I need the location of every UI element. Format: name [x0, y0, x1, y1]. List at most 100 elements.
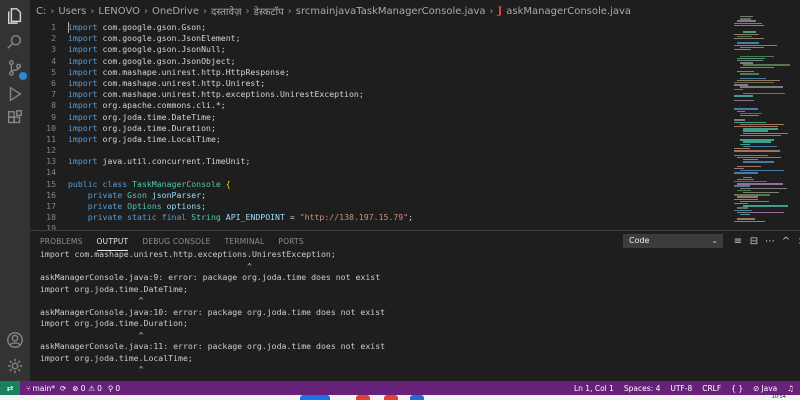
code-text: import com.google.gson.Gson; [68, 22, 206, 33]
line-number: 11 [46, 133, 56, 144]
line-number: 3 [51, 44, 56, 55]
code-token: ; [201, 201, 207, 211]
code-line[interactable]: 11 import org.joda.time.LocalTime; [30, 134, 730, 145]
code-line[interactable]: 1 import com.google.gson.Gson; [30, 22, 730, 33]
line-number: 19 [46, 223, 56, 230]
breadcrumb-item[interactable]: Users [58, 6, 86, 17]
minimap-line [743, 93, 785, 95]
branch-indicator[interactable]: ⑂ main* ⟳ [26, 384, 66, 393]
code-line[interactable]: 13 import java.util.concurrent.TimeUnit; [30, 156, 730, 167]
minimap-line [737, 156, 782, 159]
minimap-line [734, 95, 754, 97]
line-number: 7 [51, 89, 56, 100]
minimap-line [734, 154, 769, 156]
minimap-line [743, 128, 779, 130]
minimap[interactable] [730, 12, 800, 230]
language-indicator[interactable]: ⊘ Java [753, 384, 777, 393]
code-line[interactable]: 8 import org.apache.commons.cli.*; [30, 100, 730, 111]
breadcrumb-file[interactable]: askManagerConsole.java [506, 6, 631, 17]
code-editor[interactable]: 1 import com.google.gson.Gson; 2 import com… [30, 22, 730, 230]
code-token: = [284, 212, 300, 223]
code-line[interactable]: 16 private Gson jsonParser; [30, 190, 730, 201]
account-icon[interactable] [5, 330, 25, 350]
code-token: import [68, 100, 98, 111]
breadcrumb-item[interactable]: C: [36, 6, 46, 17]
code-line[interactable]: 15 public class TaskManagerConsole { [30, 179, 730, 190]
code-line[interactable]: 5 import com.mashape.unirest.http.HttpRes… [30, 67, 730, 78]
minimap-line [734, 203, 748, 205]
code-line[interactable]: 14 [30, 167, 730, 178]
minimap-line [740, 62, 754, 64]
line-endings[interactable]: CRLF [702, 384, 721, 393]
cursor-position[interactable]: Ln 1, Col 1 [574, 384, 614, 393]
line-number: 1 [51, 22, 56, 32]
minimap-line [734, 44, 778, 46]
code-token: Options [127, 201, 162, 211]
error-count: 0 [80, 383, 86, 393]
more-actions-icon[interactable]: ⋯ [762, 236, 778, 247]
encoding[interactable]: UTF-8 [670, 384, 692, 393]
minimap-line [734, 198, 758, 200]
code-line[interactable]: 3 import com.google.gson.JsonNull; [30, 44, 730, 55]
code-line[interactable]: 4 import com.google.gson.JsonObject; [30, 56, 730, 67]
maximize-panel-icon[interactable]: ^ [778, 236, 794, 247]
minimap-line [743, 145, 778, 148]
line-number: 16 [46, 189, 56, 200]
taskbar-app-icon[interactable] [384, 395, 398, 400]
code-line[interactable]: 17 private Options options; [30, 201, 730, 212]
output-text[interactable]: import com.mashape.unirest.http.exceptio… [40, 249, 790, 379]
minimap-line [734, 150, 781, 152]
output-channel-select[interactable]: Code ⌄ [623, 234, 723, 248]
code-text: import org.joda.time.Duration; [68, 123, 216, 134]
activity-bar [0, 0, 30, 381]
bottom-panel: PROBLEMS OUTPUT DEBUG CONSOLE TERMINAL P… [30, 230, 800, 381]
clear-output-icon[interactable]: ≡ [730, 236, 746, 247]
breadcrumb-item[interactable]: srcmainjavaTaskManagerConsole.java [296, 6, 486, 17]
panel-actions: ≡ ⊟ ⋯ ^ × [730, 234, 800, 248]
lock-scroll-icon[interactable]: ⊟ [746, 236, 762, 247]
taskbar-app-icon[interactable] [356, 395, 370, 400]
code-token: com.google.gson.JsonNull; [97, 44, 226, 55]
code-token: import [68, 156, 98, 167]
code-token: org.joda.time.Duration; [97, 122, 216, 133]
language-mode-braces[interactable]: { } [731, 384, 743, 393]
breadcrumb-item[interactable]: डेस्कटॉप [254, 4, 284, 18]
close-panel-icon[interactable]: × [794, 236, 800, 247]
breadcrumb-item[interactable]: दस्तावेज़ [211, 4, 241, 18]
code-token: public class [68, 178, 128, 189]
line-number: 5 [51, 66, 56, 77]
breadcrumb-item[interactable]: LENOVO [98, 6, 140, 17]
os-taskbar: 10:54 [0, 394, 800, 400]
ports-indicator[interactable]: ⚲ 0 [108, 384, 120, 393]
files-icon[interactable] [5, 6, 25, 26]
problems-indicator[interactable]: ⊗ 0 ⚠ 0 [72, 384, 102, 393]
code-line[interactable]: 7 import com.mashape.unirest.http.excepti… [30, 89, 730, 100]
minimap-line [737, 183, 783, 185]
extensions-icon[interactable] [5, 108, 25, 128]
source-control-icon[interactable] [5, 58, 27, 80]
minimap-line [743, 31, 756, 33]
code-line[interactable]: 19 [30, 223, 730, 230]
minimap-line [734, 121, 766, 123]
breadcrumb-item[interactable]: OneDrive [152, 6, 199, 17]
notifications-bell-icon[interactable]: ♫ [787, 384, 794, 393]
code-token: ; [201, 189, 207, 200]
code-token: com.google.gson.Gson; [97, 22, 207, 32]
run-debug-icon[interactable] [5, 84, 25, 104]
settings-gear-icon[interactable] [5, 356, 25, 376]
taskbar-app-icon[interactable] [410, 395, 424, 400]
code-token: com.google.gson.JsonObject; [97, 55, 236, 66]
code-line[interactable]: 10 import org.joda.time.Duration; [30, 123, 730, 134]
sync-icon[interactable]: ⟳ [60, 384, 66, 393]
code-line[interactable]: 6 import com.mashape.unirest.http.Unirest… [30, 78, 730, 89]
search-icon[interactable] [5, 32, 25, 52]
code-line[interactable]: 18 private static final String API_ENDPO… [30, 212, 730, 223]
remote-indicator-icon[interactable]: ⇄ [0, 381, 20, 395]
code-line[interactable]: 9 import org.joda.time.DateTime; [30, 112, 730, 123]
code-line[interactable]: 2 import com.google.gson.JsonElement; [30, 33, 730, 44]
indentation[interactable]: Spaces: 4 [624, 384, 660, 393]
taskbar-app-icon[interactable] [300, 395, 330, 400]
code-line[interactable]: 12 [30, 145, 730, 156]
